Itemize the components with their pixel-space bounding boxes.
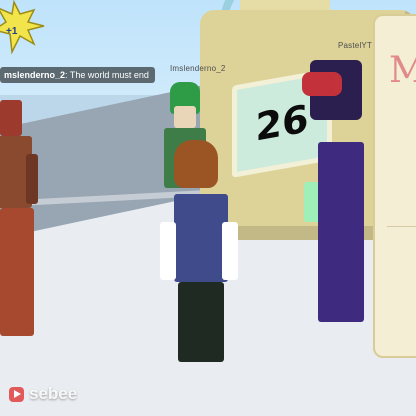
player-right-arm [222,222,238,280]
panel-title: M [389,50,416,91]
chat-speaker: mslenderno_2 [4,70,66,80]
chat-bubble: mslenderno_2: The world must end [0,67,155,83]
player-torso [174,194,228,282]
left-character-legs [0,208,34,336]
player-avatar[interactable] [158,140,238,380]
game-viewport[interactable]: 26 mslenderno_2 Imslenderno_2 PastelYT m… [0,0,416,416]
player-left-arm [160,222,176,280]
chat-message: The world must end [69,70,149,80]
player-hair [174,140,218,188]
badge-text: +1 [6,26,18,37]
green-character-face [174,106,196,128]
left-character[interactable] [0,80,44,340]
nametag-center-player: Imslenderno_2 [170,64,226,73]
left-character-arm [26,154,38,204]
left-character-head [0,100,22,136]
panel-divider [387,226,416,227]
pastel-character-body [318,142,364,322]
pastel-character-hat [302,72,342,96]
watermark-text: sebee [29,384,78,403]
pastel-character[interactable] [292,52,374,337]
play-icon [9,386,24,402]
nametag-right-player: PastelYT [338,41,373,50]
side-panel[interactable]: M f [373,14,416,358]
player-legs [178,282,224,362]
starburst-icon: +1 [0,0,45,55]
watermark: sebee [9,383,77,405]
